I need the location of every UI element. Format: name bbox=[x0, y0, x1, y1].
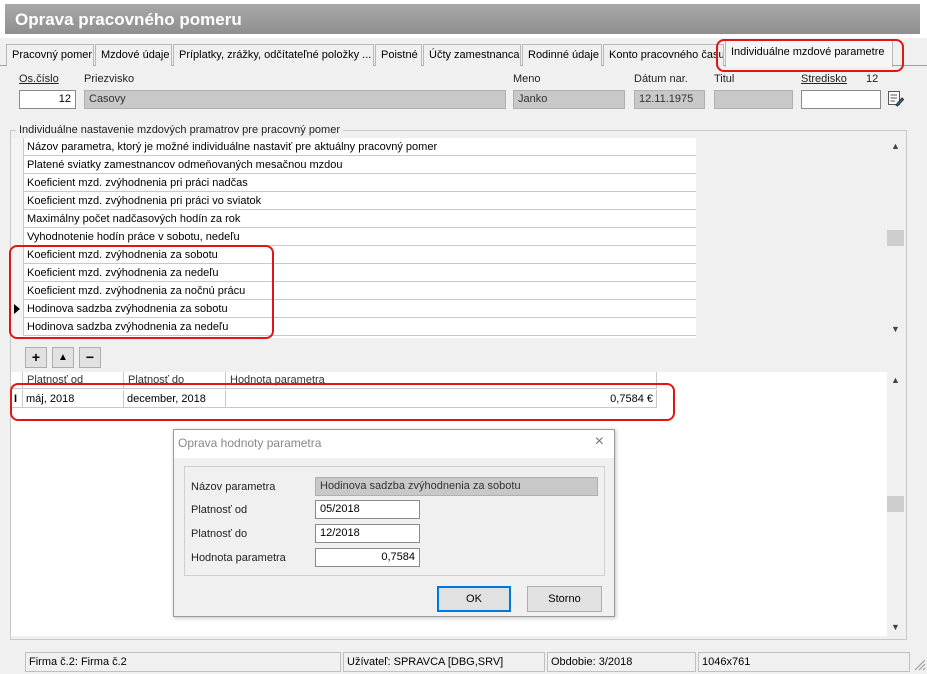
tab-ucty-zamestnanca[interactable]: Účty zamestnanca bbox=[423, 44, 521, 66]
value-do[interactable]: december, 2018 bbox=[124, 390, 226, 408]
param-row[interactable]: Koeficient mzd. zvýhodnenia pri práci na… bbox=[11, 174, 696, 192]
meno-field: Janko bbox=[513, 90, 625, 109]
status-uzivatel: Užívateľ: SPRAVCA [DBG,SRV] bbox=[343, 652, 545, 672]
parameters-group-label: Individuálne nastavenie mzdových pramatr… bbox=[16, 124, 343, 136]
close-icon[interactable]: × bbox=[595, 433, 604, 451]
parameters-grid: Názov parametra, ktorý je možné individu… bbox=[11, 138, 696, 338]
scroll-thumb[interactable] bbox=[887, 230, 904, 246]
os-cislo-label: Os.číslo bbox=[19, 73, 59, 85]
datum-nar-label: Dátum nar. bbox=[634, 73, 688, 85]
titul-field bbox=[714, 90, 793, 109]
col-hodnota[interactable]: Hodnota parametra bbox=[226, 372, 657, 389]
add-button[interactable]: + bbox=[25, 347, 47, 368]
remove-button[interactable]: − bbox=[79, 347, 101, 368]
title-bar: Oprava pracovného pomeru bbox=[0, 0, 927, 38]
nazov-parametra-field: Hodinova sadzba zvýhodnenia za sobotu bbox=[315, 477, 598, 496]
scroll-thumb[interactable] bbox=[887, 496, 904, 512]
scroll-up-icon[interactable]: ▲ bbox=[891, 375, 900, 385]
param-row[interactable]: Koeficient mzd. zvýhodnenia za sobotu bbox=[11, 246, 696, 264]
status-firma: Firma č.2: Firma č.2 bbox=[25, 652, 341, 672]
cancel-button[interactable]: Storno bbox=[527, 586, 602, 612]
titul-label: Titul bbox=[714, 73, 735, 85]
platnost-od-label: Platnosť od bbox=[191, 504, 248, 516]
col-platnost-do[interactable]: Platnosť do bbox=[124, 372, 226, 389]
platnost-od-field[interactable]: 05/2018 bbox=[315, 500, 420, 519]
tab-individualne-mzdove-parametre[interactable]: Individuálne mzdové parametre bbox=[725, 40, 893, 67]
edit-parameter-dialog: Oprava hodnoty parametra × Názov paramet… bbox=[173, 429, 615, 617]
param-row[interactable]: Koeficient mzd. zvýhodnenia za nedeľu bbox=[11, 264, 696, 282]
param-row[interactable]: Vyhodnotenie hodín práce v sobotu, nedeľ… bbox=[11, 228, 696, 246]
tab-strip: Pracovný pomer Mzdové údaje Príplatky, z… bbox=[0, 40, 927, 67]
platnost-do-field[interactable]: 12/2018 bbox=[315, 524, 420, 543]
param-row[interactable]: Koeficient mzd. zvýhodnenia pri práci vo… bbox=[11, 192, 696, 210]
platnost-do-label: Platnosť do bbox=[191, 528, 248, 540]
stredisko-label: Stredisko bbox=[801, 73, 847, 85]
param-row[interactable]: Platené sviatky zamestnancov odmeňovanýc… bbox=[11, 156, 696, 174]
row-edit-marker: I bbox=[11, 390, 23, 408]
values-scrollbar[interactable]: ▲ ▼ bbox=[887, 372, 904, 636]
meno-label: Meno bbox=[513, 73, 541, 85]
col-platnost-od[interactable]: Platnosť od bbox=[23, 372, 124, 389]
param-row[interactable]: Hodinova sadzba zvýhodnenia za nedeľu bbox=[11, 318, 696, 336]
scroll-down-icon[interactable]: ▼ bbox=[891, 324, 900, 334]
status-obdobie: Obdobie: 3/2018 bbox=[547, 652, 696, 672]
tab-konto-pracovneho-casu[interactable]: Konto pracovného času bbox=[603, 44, 724, 66]
hodnota-parametra-label: Hodnota parametra bbox=[191, 552, 286, 564]
value-od[interactable]: máj, 2018 bbox=[23, 390, 124, 408]
param-row[interactable]: Maximálny počet nadčasových hodín za rok bbox=[11, 210, 696, 228]
param-row[interactable]: Názov parametra, ktorý je možné individu… bbox=[11, 138, 696, 156]
param-row[interactable]: Koeficient mzd. zvýhodnenia za nočnú prá… bbox=[11, 282, 696, 300]
scroll-up-icon[interactable]: ▲ bbox=[891, 141, 900, 151]
stredisko-field[interactable] bbox=[801, 90, 881, 109]
value-hodnota[interactable]: 0,7584 € bbox=[226, 390, 657, 408]
tab-poistne[interactable]: Poistné bbox=[375, 44, 422, 66]
move-up-button[interactable]: ▲ bbox=[52, 347, 74, 368]
tab-pracovny-pomer[interactable]: Pracovný pomer bbox=[6, 44, 94, 66]
scroll-down-icon[interactable]: ▼ bbox=[891, 622, 900, 632]
window-title: Oprava pracovného pomeru bbox=[5, 4, 920, 34]
dialog-title: Oprava hodnoty parametra bbox=[178, 436, 322, 450]
tab-rodinne-udaje[interactable]: Rodinné údaje bbox=[522, 44, 602, 66]
priezvisko-label: Priezvisko bbox=[84, 73, 135, 85]
os-cislo-field[interactable]: 12 bbox=[19, 90, 76, 109]
ok-button[interactable]: OK bbox=[437, 586, 511, 612]
params-scrollbar[interactable]: ▲ ▼ bbox=[887, 138, 904, 338]
tab-priplatky[interactable]: Príplatky, zrážky, odčítateľné položky .… bbox=[173, 44, 374, 66]
status-bar: Firma č.2: Firma č.2 Užívateľ: SPRAVCA [… bbox=[0, 651, 927, 673]
param-row-selected[interactable]: Hodinova sadzba zvýhodnenia za sobotu bbox=[11, 300, 696, 318]
datum-nar-field: 12.11.1975 bbox=[634, 90, 705, 109]
notes-icon[interactable] bbox=[887, 90, 905, 107]
resize-grip-icon[interactable] bbox=[912, 657, 926, 671]
status-size: 1046x761 bbox=[698, 652, 910, 672]
nazov-parametra-label: Názov parametra bbox=[191, 481, 276, 493]
tab-mzdove-udaje[interactable]: Mzdové údaje bbox=[95, 44, 172, 66]
hodnota-parametra-field[interactable]: 0,7584 bbox=[315, 548, 420, 567]
priezvisko-field: Casovy bbox=[84, 90, 506, 109]
stredisko-number: 12 bbox=[866, 73, 879, 85]
row-pointer-icon bbox=[14, 304, 20, 314]
